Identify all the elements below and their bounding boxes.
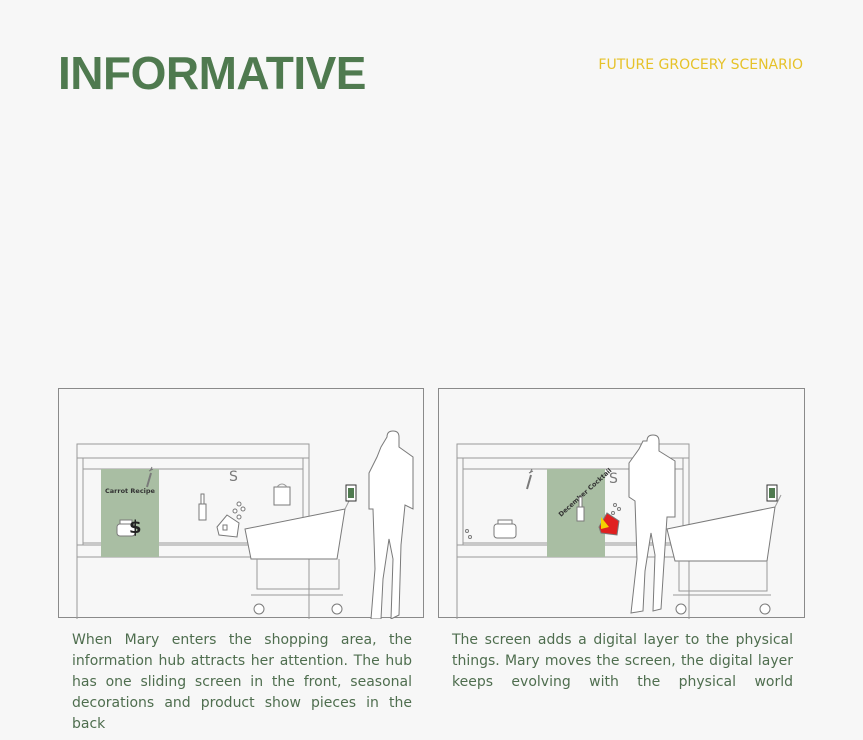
house-decoration-icon <box>216 514 240 538</box>
scenario-illustration-2: December Cocktail S <box>438 388 805 619</box>
jar-icon <box>493 519 517 539</box>
phone-icon <box>766 484 778 502</box>
person-mary <box>628 434 676 614</box>
caption-2: The screen adds a digital layer to the p… <box>452 632 793 690</box>
phone-icon <box>345 484 357 502</box>
scenario-illustration-1: Carrot Recipe $ S <box>58 388 424 619</box>
page-title: INFORMATIVE <box>58 47 366 99</box>
gift-bag-icon <box>273 483 291 506</box>
ornament-s-icon: S <box>229 469 238 485</box>
caption-1: When Mary enters the shopping area, the … <box>72 632 412 732</box>
sliding-screen[interactable] <box>101 469 159 557</box>
decoration-dots <box>232 501 246 520</box>
person-mary <box>368 430 414 619</box>
shopping-cart <box>666 494 782 615</box>
screen-label: Carrot Recipe <box>105 487 156 495</box>
carrot-icon <box>526 468 534 490</box>
shopping-cart <box>244 496 352 615</box>
scenario-label: FUTURE GROCERY SCENARIO <box>598 57 803 73</box>
dollar-icon: $ <box>129 517 142 538</box>
ornament-s-icon: S <box>609 471 618 487</box>
bottle-icon <box>198 493 207 521</box>
